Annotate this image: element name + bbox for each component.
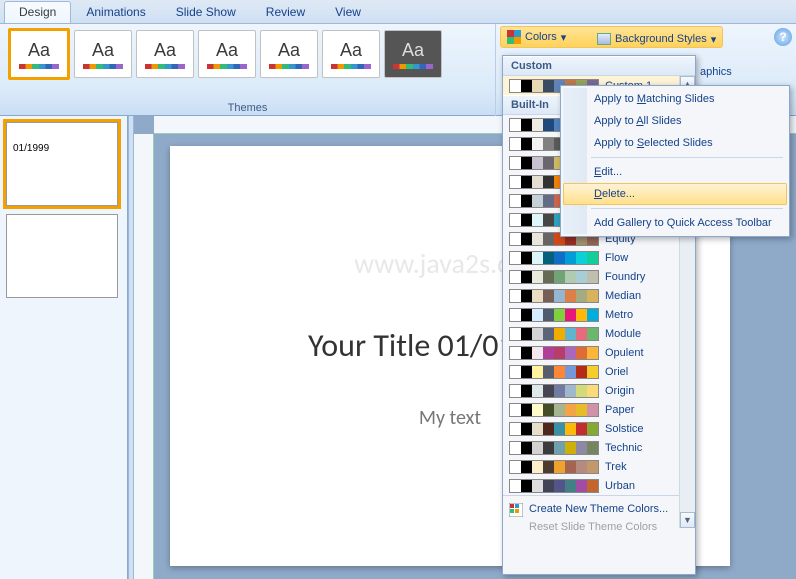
color-swatch-strip xyxy=(509,289,599,303)
color-scheme-row[interactable]: Metro xyxy=(503,305,695,324)
themes-gallery: Aa Aa Aa Aa Aa Aa Aa xyxy=(0,24,495,82)
colors-label: Colors xyxy=(525,31,557,43)
help-button[interactable]: ? xyxy=(774,28,792,46)
ctx-edit[interactable]: Edit... xyxy=(563,161,787,183)
vertical-ruler xyxy=(134,134,154,579)
ctx-apply-all[interactable]: Apply to All Slides xyxy=(563,110,787,132)
color-scheme-row[interactable]: Origin xyxy=(503,381,695,400)
slide-thumbnail[interactable]: 01/1999 xyxy=(6,122,118,206)
color-scheme-row[interactable]: Median xyxy=(503,286,695,305)
color-scheme-row[interactable]: Foundry xyxy=(503,267,695,286)
tab-design[interactable]: Design xyxy=(4,1,71,23)
color-scheme-row[interactable]: Technic xyxy=(503,438,695,457)
theme-swatch[interactable]: Aa xyxy=(384,30,442,78)
color-scheme-label: Solstice xyxy=(605,423,689,435)
color-swatch-strip xyxy=(509,460,599,474)
chevron-down-icon: ▾ xyxy=(711,33,717,46)
color-scheme-row[interactable]: Solstice xyxy=(503,419,695,438)
color-swatch-strip xyxy=(509,308,599,322)
color-swatch-strip xyxy=(509,365,599,379)
color-scheme-label: Paper xyxy=(605,404,689,416)
color-scheme-label: Metro xyxy=(605,309,689,321)
color-swatch-strip xyxy=(509,327,599,341)
slide-thumbnails-panel: 01/1999 xyxy=(0,116,128,579)
ctx-apply-selected[interactable]: Apply to Selected Slides xyxy=(563,132,787,154)
ctx-apply-matching[interactable]: Apply to Matching Slides xyxy=(563,88,787,110)
colors-section-custom: Custom xyxy=(503,56,695,76)
scroll-down-arrow[interactable]: ▼ xyxy=(680,512,695,528)
bg-styles-label: Background Styles xyxy=(615,33,707,45)
theme-swatch[interactable]: Aa xyxy=(322,30,380,78)
slide-thumbnail[interactable] xyxy=(6,214,118,298)
ribbon-tabs: Design Animations Slide Show Review View xyxy=(0,0,796,24)
color-swatch-strip xyxy=(509,384,599,398)
tab-slideshow[interactable]: Slide Show xyxy=(161,1,251,23)
color-scheme-row[interactable]: Flow xyxy=(503,248,695,267)
color-scheme-row[interactable]: Urban xyxy=(503,476,695,495)
tab-view[interactable]: View xyxy=(320,1,376,23)
color-scheme-label: Urban xyxy=(605,480,689,492)
color-scheme-label: Opulent xyxy=(605,347,689,359)
tab-review[interactable]: Review xyxy=(251,1,320,23)
color-scheme-label: Median xyxy=(605,290,689,302)
theme-swatch[interactable]: Aa xyxy=(260,30,318,78)
background-icon xyxy=(597,33,611,45)
color-scheme-row[interactable]: Module xyxy=(503,324,695,343)
truncated-label: aphics xyxy=(700,66,732,78)
color-scheme-label: Module xyxy=(605,328,689,340)
color-scheme-row[interactable]: Oriel xyxy=(503,362,695,381)
tab-animations[interactable]: Animations xyxy=(71,1,160,23)
ctx-delete[interactable]: Delete... xyxy=(563,183,787,205)
color-scheme-row[interactable]: Trek xyxy=(503,457,695,476)
color-scheme-label: Flow xyxy=(605,252,689,264)
color-scheme-label: Foundry xyxy=(605,271,689,283)
color-scheme-row[interactable]: Paper xyxy=(503,400,695,419)
context-menu-separator xyxy=(591,157,783,158)
theme-swatch[interactable]: Aa xyxy=(136,30,194,78)
themes-group-label: Themes xyxy=(0,102,495,114)
color-swatch-strip xyxy=(509,441,599,455)
color-scheme-label: Trek xyxy=(605,461,689,473)
color-swatch-strip xyxy=(509,346,599,360)
create-new-theme-colors[interactable]: Create New Theme Colors... xyxy=(503,500,695,518)
color-swatch-strip xyxy=(509,422,599,436)
thumb-title: 01/1999 xyxy=(13,143,49,154)
color-swatch-strip xyxy=(509,479,599,493)
color-scheme-label: Oriel xyxy=(605,366,689,378)
colors-panel-footer: Create New Theme Colors... Reset Slide T… xyxy=(503,495,695,540)
context-menu: Apply to Matching Slides Apply to All Sl… xyxy=(560,85,790,237)
context-menu-separator xyxy=(591,208,783,209)
reset-theme-colors: Reset Slide Theme Colors xyxy=(503,518,695,536)
colors-icon xyxy=(507,30,521,44)
themes-group: Aa Aa Aa Aa Aa Aa Aa Themes xyxy=(0,24,496,116)
theme-swatch[interactable]: Aa xyxy=(74,30,132,78)
color-swatch-strip xyxy=(509,270,599,284)
color-swatch-strip xyxy=(509,251,599,265)
color-scheme-label: Origin xyxy=(605,385,689,397)
background-styles-button[interactable]: Background Styles ▾ xyxy=(590,28,723,50)
theme-swatch[interactable]: Aa xyxy=(198,30,256,78)
color-scheme-label: Technic xyxy=(605,442,689,454)
chevron-down-icon: ▾ xyxy=(561,31,567,44)
palette-icon xyxy=(509,503,523,517)
color-scheme-row[interactable]: Opulent xyxy=(503,343,695,362)
theme-swatch-current[interactable]: Aa xyxy=(8,28,70,80)
ctx-add-to-qat[interactable]: Add Gallery to Quick Access Toolbar xyxy=(563,212,787,234)
color-swatch-strip xyxy=(509,403,599,417)
